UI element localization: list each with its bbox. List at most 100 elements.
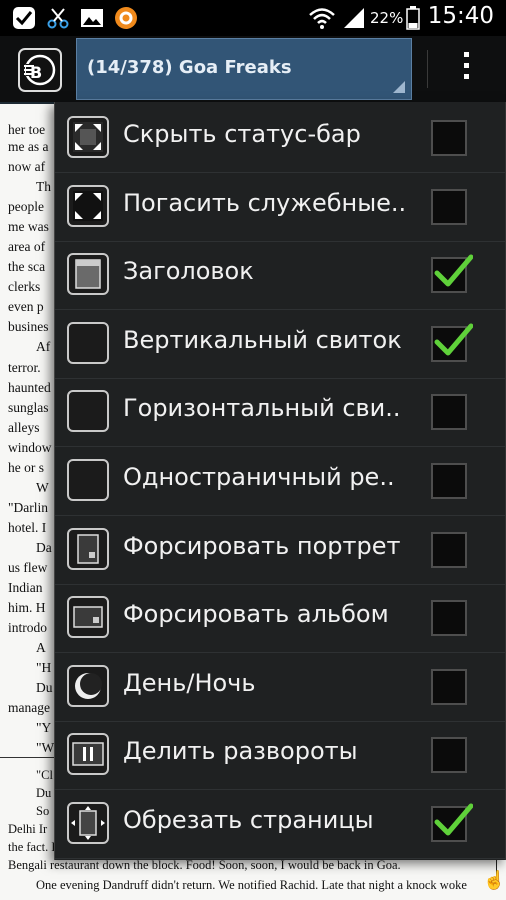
force-landscape-icon [67,596,109,639]
menu-item[interactable]: День/Ночь [55,653,505,722]
book-line: Du [36,786,52,800]
book-line: alleys [8,420,40,435]
menu-item[interactable]: Обрезать страницы [55,790,505,859]
signal-icon [344,8,364,28]
book-line: me as a [8,139,49,154]
book-line: now af [8,159,46,174]
menu-item-label: День/Ночь [123,668,256,697]
header-icon [67,253,109,296]
book-line: clerks [8,279,41,294]
orange-circle-icon [115,7,137,29]
checkbox[interactable] [431,600,467,637]
menu-item-label: Обрезать страницы [123,806,374,834]
status-bar: 22% 15:40 [0,0,506,36]
book-line: Th [36,179,51,194]
menu-item-label: Делить развороты [123,737,358,766]
menu-item[interactable]: Одностраничный ре.. [55,447,505,516]
checkmark-icon [434,803,473,836]
book-line: W [36,480,49,495]
dropdown-corner-icon [393,81,405,93]
book-line: sunglas [8,400,49,415]
book-line: he or s [8,460,44,475]
book-line: him. H [8,600,46,615]
battery-percent: 22% [370,9,404,27]
book-line: Delhi Ir [8,822,48,836]
dim-service-icon [67,184,109,227]
checkbox[interactable] [431,531,467,568]
book-line: Bengali restaurant down the block. Food!… [8,858,401,872]
book-line: area of [8,239,46,254]
book-line: Da [36,540,52,555]
menu-item-label: Погасить служебные.. [123,188,407,217]
checkbox[interactable] [431,323,473,362]
book-line: introdo [8,620,47,635]
crop-pages-icon [67,802,109,844]
force-portrait-icon [67,527,109,570]
menu-item[interactable]: Делить развороты [55,721,505,791]
checkbox[interactable] [431,394,467,431]
checkbox[interactable] [431,463,467,499]
book-line: her toe [8,122,46,137]
book-line: One evening Dandruff didn't return. We n… [36,878,467,892]
book-line: haunted [8,380,51,395]
vertical-scroll-icon [67,321,109,364]
book-line: busines [8,319,49,334]
menu-item[interactable]: Вертикальный свиток [55,310,505,379]
divider [427,50,428,88]
menu-item-label: Заголовок [123,257,254,286]
menu-item-label: Одностраничный ре.. [123,463,395,491]
book-line: hotel. I [8,520,47,535]
menu-item[interactable]: Форсировать портрет [55,516,505,585]
image-icon [81,9,103,27]
battery-icon [406,6,420,30]
eb-logo-icon[interactable]: B [18,48,62,92]
book-title: (14/378) Goa Freaks [87,57,292,78]
checkbox[interactable] [431,737,467,774]
scissors-icon [47,8,69,29]
book-title-dropdown[interactable]: (14/378) Goa Freaks [76,38,412,100]
book-line: Af [36,339,51,354]
checkbox[interactable] [431,803,473,842]
book-line: people [8,199,44,214]
overflow-menu-icon[interactable] [458,52,474,86]
book-line: manage [8,700,50,715]
check-icon [13,7,35,29]
book-line: the sca [8,259,46,274]
action-bar: B (14/378) Goa Freaks [0,36,506,104]
book-line: even p [8,299,44,314]
book-line: us flew [8,560,48,575]
menu-item-label: Вертикальный свиток [123,325,402,354]
menu-item[interactable]: Горизонтальный сви.. [55,378,505,448]
horizontal-scroll-icon [67,390,109,433]
hand-cursor-icon: ☝ [483,870,506,890]
book-line: "Darlin [8,500,48,515]
book-line: "W [36,740,55,755]
checkmark-icon [434,323,473,356]
options-menu: Скрыть статус-бар Погасить служебные.. Заг… [54,102,506,860]
menu-item-label: Форсировать портрет [123,531,401,560]
book-line: the fact. H [8,840,61,854]
book-line: So [36,804,50,818]
checkmark-icon [434,254,473,287]
clock: 15:40 [427,3,494,29]
checkbox[interactable] [431,120,467,156]
menu-item[interactable]: Форсировать альбом [55,584,505,654]
book-line: "H [36,660,52,675]
book-line: Indian [8,580,43,595]
menu-item-label: Горизонтальный сви.. [123,394,401,423]
checkbox[interactable] [431,668,467,705]
book-line: "Y [36,720,52,735]
book-line: me was [8,219,49,234]
single-page-icon [67,459,109,501]
book-line: "Cl [36,768,53,782]
menu-item-label: Скрыть статус-бар [123,120,361,148]
day-night-icon [67,664,109,707]
checkbox[interactable] [431,254,473,294]
menu-item[interactable]: Заголовок [55,241,505,311]
checkbox[interactable] [431,188,467,225]
wifi-icon [309,8,335,29]
menu-item[interactable]: Погасить служебные.. [55,173,505,242]
menu-item-label: Форсировать альбом [123,600,389,629]
hide-statusbar-icon [67,116,109,158]
menu-item[interactable]: Скрыть статус-бар [55,104,505,173]
